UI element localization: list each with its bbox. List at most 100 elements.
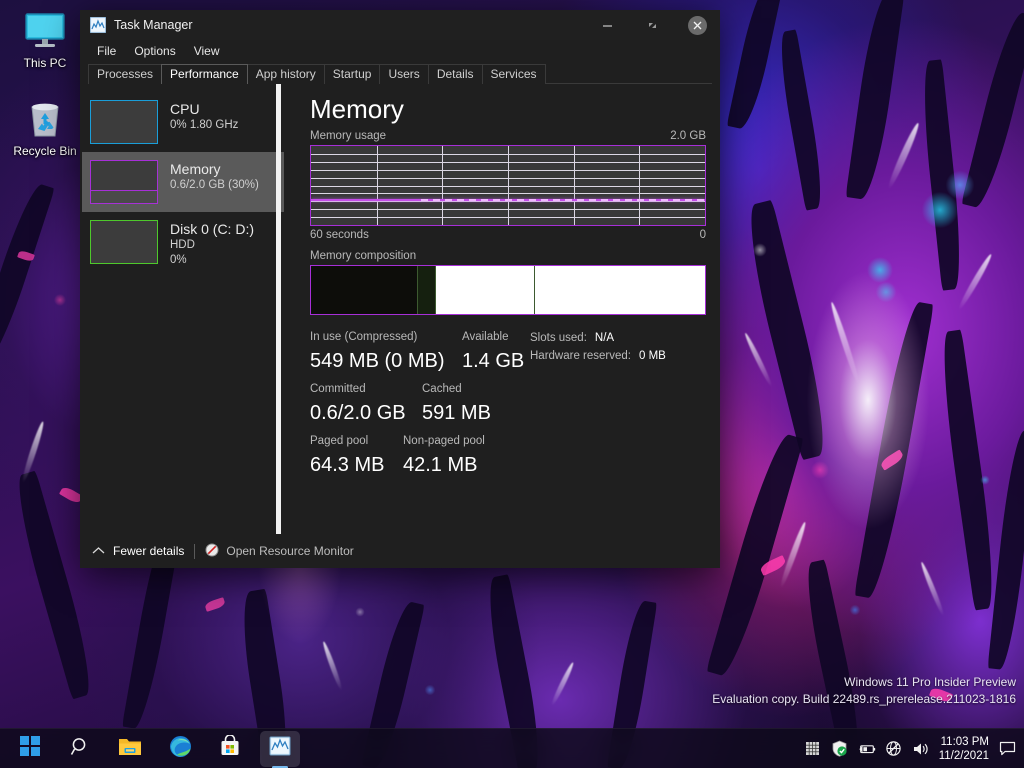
tab-users[interactable]: Users — [379, 64, 429, 84]
stat-value: 0 MB — [638, 350, 666, 362]
composition-segment[interactable] — [417, 266, 436, 314]
sidebar-item-name: CPU — [170, 101, 200, 117]
task-manager-window[interactable]: Task Manager File Options View Processes… — [80, 10, 720, 568]
stat-label: In use (Compressed) — [310, 331, 418, 343]
graph-axis-right: 0 — [699, 229, 706, 241]
stat-row-3: Paged pool 64.3 MB Non-paged pool 42.1 M… — [310, 433, 706, 480]
task-manager-button[interactable] — [260, 730, 300, 767]
stat-value: 64.3 MB — [310, 454, 385, 476]
open-resource-monitor-link[interactable]: Open Resource Monitor — [205, 543, 354, 560]
tab-bar[interactable]: Processes Performance App history Startu… — [88, 62, 712, 84]
input-indicator-icon[interactable] — [804, 740, 822, 758]
memory-composition-bar[interactable] — [310, 265, 706, 315]
file-explorer-button[interactable] — [110, 731, 150, 767]
composition-caption: Memory composition — [310, 250, 417, 262]
minimize-button[interactable] — [585, 10, 630, 40]
recycle-bin-icon — [6, 96, 84, 142]
search-button[interactable] — [60, 731, 100, 767]
close-button[interactable] — [675, 10, 720, 40]
memory-statistics: In use (Compressed) 549 MB (0 MB) Availa… — [310, 329, 706, 480]
sidebar-item-sub: HDD — [170, 239, 195, 251]
memory-usage-graph[interactable] — [310, 145, 706, 226]
stat-value: N/A — [594, 332, 615, 344]
folder-icon — [118, 736, 142, 762]
maximize-button[interactable] — [630, 10, 675, 40]
notifications-button[interactable] — [998, 740, 1016, 758]
stat-value: 591 MB — [422, 402, 491, 424]
composition-segment[interactable] — [311, 266, 418, 314]
battery-icon[interactable] — [858, 740, 876, 758]
sidebar-item-memory[interactable]: Memory 0.6/2.0 GB (30%) — [82, 152, 284, 212]
task-manager-chart-icon — [269, 735, 291, 762]
desktop: This PC Recycle Bin Windows 11 Pro Insid… — [0, 0, 1024, 768]
clock-date: 11/2/2021 — [938, 749, 989, 762]
windows-start-icon — [20, 736, 40, 761]
graph-caption-right: 2.0 GB — [670, 130, 706, 142]
tab-services[interactable]: Services — [481, 64, 546, 84]
microsoft-store-button[interactable] — [210, 731, 250, 767]
watermark-line2: Evaluation copy. Build 22489.rs_prerelea… — [712, 692, 1016, 706]
taskbar[interactable]: 11:03 PM 11/2/2021 — [0, 728, 1024, 768]
stat-slots-used: Slots used: N/A — [530, 329, 691, 347]
window-title: Task Manager — [114, 18, 193, 32]
memory-detail-pane: Memory Memory usage 2.0 GB 60 seconds 0 — [286, 84, 720, 534]
network-icon[interactable] — [885, 740, 903, 758]
resource-list[interactable]: CPU 0% 1.80 GHz Memory 0.6/2.0 GB (30%) — [80, 84, 286, 534]
watermark-line1: Windows 11 Pro Insider Preview — [844, 675, 1016, 689]
memory-slots-box: Slots used: N/A Hardware reserved: 0 MB — [530, 329, 691, 365]
stat-value: 549 MB (0 MB) — [310, 350, 445, 372]
window-footer: Fewer details Open Resource Monitor — [80, 534, 720, 568]
disk-thumbnail-graph — [90, 220, 158, 264]
start-button[interactable] — [10, 731, 50, 767]
desktop-icon-this-pc[interactable]: This PC — [6, 8, 84, 70]
menu-bar[interactable]: File Options View — [80, 40, 720, 62]
memory-usage-caption: Memory usage 2.0 GB — [310, 130, 706, 142]
gridline-vertical — [376, 146, 378, 225]
stat-label: Cached — [422, 383, 462, 395]
menu-item-view[interactable]: View — [185, 42, 229, 60]
title-bar[interactable]: Task Manager — [80, 10, 720, 40]
sidebar-item-name: Disk 0 (C: D:) — [170, 221, 254, 237]
gridline-vertical — [639, 146, 641, 225]
composition-segment[interactable] — [533, 266, 705, 314]
desktop-icon-recycle-bin[interactable]: Recycle Bin — [6, 96, 84, 158]
page-title: Memory — [310, 94, 404, 124]
scrollbar-thumb[interactable] — [276, 84, 281, 534]
memory-thumbnail-graph — [90, 160, 158, 204]
windows-watermark: Windows 11 Pro Insider Preview Evaluatio… — [712, 674, 1016, 708]
edge-button[interactable] — [160, 731, 200, 767]
gridline-vertical — [442, 146, 444, 225]
sidebar-item-disk0[interactable]: Disk 0 (C: D:) HDD 0% — [82, 212, 284, 276]
tab-processes[interactable]: Processes — [88, 64, 163, 84]
task-manager-chart-icon — [89, 16, 107, 34]
sidebar-scrollbar[interactable] — [275, 84, 281, 534]
stat-label: Hardware reserved: — [530, 350, 631, 362]
menu-item-file[interactable]: File — [88, 42, 125, 60]
fewer-details-button[interactable]: Fewer details — [92, 544, 184, 558]
tab-details[interactable]: Details — [427, 64, 483, 84]
menu-item-options[interactable]: Options — [125, 42, 184, 60]
monitor-icon — [6, 8, 84, 54]
stat-label: Non-paged pool — [403, 435, 485, 447]
close-icon — [688, 15, 707, 35]
footer-divider — [194, 543, 196, 559]
stat-label: Committed — [310, 383, 366, 395]
search-icon — [70, 736, 91, 762]
windows-security-icon[interactable] — [831, 740, 849, 758]
tab-app-history[interactable]: App history — [246, 64, 325, 84]
sidebar-item-sub: 0% 1.80 GHz — [170, 119, 239, 131]
memory-usage-line-highlight — [421, 199, 705, 202]
gridline-vertical — [573, 146, 575, 225]
tab-startup[interactable]: Startup — [323, 64, 381, 84]
stat-in-use: In use (Compressed) 549 MB (0 MB) — [310, 329, 462, 376]
volume-icon[interactable] — [912, 740, 930, 758]
sidebar-item-sub: 0.6/2.0 GB (30%) — [170, 179, 259, 191]
composition-segment[interactable] — [435, 266, 534, 314]
stat-committed: Committed 0.6/2.0 GB — [310, 381, 422, 428]
taskbar-clock[interactable]: 11:03 PM 11/2/2021 — [939, 735, 989, 763]
stat-value: 42.1 MB — [403, 454, 478, 476]
sidebar-item-cpu[interactable]: CPU 0% 1.80 GHz — [82, 92, 284, 152]
tab-performance[interactable]: Performance — [161, 64, 248, 84]
memory-composition-caption: Memory composition — [310, 250, 706, 262]
open-resource-monitor-label: Open Resource Monitor — [226, 544, 354, 558]
